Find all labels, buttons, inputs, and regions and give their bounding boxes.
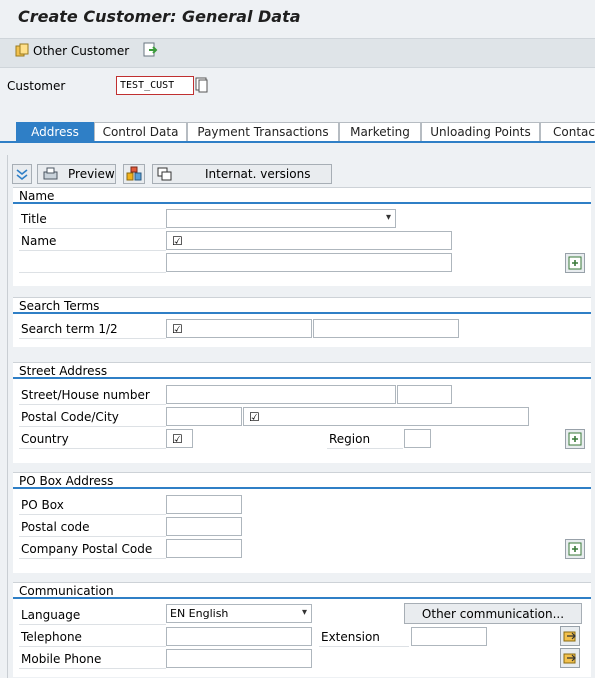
tab-contact[interactable]: Contact [540, 122, 595, 141]
page-title: Create Customer: General Data [18, 7, 301, 26]
mobile-more-button[interactable] [560, 648, 580, 668]
more-po-fields-button[interactable] [565, 539, 585, 559]
name-section-title: Name [13, 188, 591, 204]
postal-code-label: Postal code [19, 517, 166, 537]
customer-input[interactable]: TEST_CUST [116, 76, 194, 95]
title-select[interactable]: ▾ [166, 209, 396, 228]
street-address-section: Street Address Street/House number Posta… [13, 362, 591, 463]
required-check-icon: ☑ [249, 409, 260, 424]
chevron-down-icon: ▾ [301, 607, 307, 618]
required-check-icon: ☑ [172, 431, 183, 446]
mobile-phone-label: Mobile Phone [19, 649, 166, 669]
expand-button[interactable] [12, 164, 32, 184]
expand-fields-icon [568, 256, 582, 270]
street-address-title: Street Address [13, 363, 591, 379]
mobile-phone-input[interactable] [166, 649, 312, 668]
country-input[interactable]: ☑ [166, 429, 193, 448]
transport-button[interactable] [123, 164, 145, 184]
required-check-icon: ☑ [172, 233, 183, 248]
title-label: Title [19, 209, 166, 229]
export-icon[interactable] [142, 42, 158, 61]
tab-unloading-points[interactable]: Unloading Points [421, 122, 540, 141]
extension-input[interactable] [411, 627, 487, 646]
company-postal-code-label: Company Postal Code [19, 539, 166, 559]
other-customer-button[interactable]: Other Customer [14, 42, 129, 60]
customer-label: Customer [7, 79, 66, 93]
po-box-label: PO Box [19, 495, 166, 515]
tab-underline [0, 141, 595, 143]
search-term-label: Search term 1/2 [19, 319, 166, 339]
postal-code-input[interactable] [166, 407, 242, 426]
versions-icon [157, 167, 172, 181]
name-label: Name [19, 231, 166, 251]
other-customer-label: Other Customer [33, 44, 130, 58]
language-label: Language [19, 605, 166, 625]
city-input[interactable]: ☑ [243, 407, 529, 426]
other-communication-button[interactable]: Other communication... [404, 603, 582, 624]
telephone-label: Telephone [19, 627, 166, 647]
po-box-section: PO Box Address PO Box Postal code Compan… [13, 472, 591, 573]
region-input[interactable] [404, 429, 431, 448]
preview-button[interactable]: Preview [37, 164, 116, 184]
required-check-icon: ☑ [172, 321, 183, 336]
more-address-fields-button[interactable] [565, 429, 585, 449]
search-term-2-input[interactable] [313, 319, 459, 338]
telephone-input[interactable] [166, 627, 312, 646]
arrow-right-icon [563, 653, 576, 664]
company-postal-code-input[interactable] [166, 539, 242, 558]
name-section: Name Title ▾ Name ☑ [13, 187, 591, 286]
telephone-more-button[interactable] [560, 626, 580, 646]
name-input-1[interactable]: ☑ [166, 231, 452, 250]
tab-address[interactable]: Address [16, 122, 94, 141]
region-label: Region [327, 429, 403, 449]
communication-section: Communication Language EN English ▾ Othe… [13, 582, 591, 677]
communication-title: Communication [13, 583, 591, 599]
arrow-right-icon [563, 631, 576, 642]
language-select[interactable]: EN English ▾ [166, 604, 312, 623]
tab-payment-transactions[interactable]: Payment Transactions [187, 122, 339, 141]
search-terms-title: Search Terms [13, 298, 591, 314]
name-label-2 [19, 253, 166, 273]
print-preview-icon [43, 167, 58, 180]
house-number-input[interactable] [397, 385, 452, 404]
po-box-title: PO Box Address [13, 473, 591, 489]
preview-label: Preview [68, 167, 115, 181]
postal-city-label: Postal Code/City [19, 407, 166, 427]
language-value: EN English [170, 607, 229, 620]
extension-label: Extension [319, 627, 409, 647]
country-label: Country [19, 429, 166, 449]
more-fields-button[interactable] [565, 253, 585, 273]
other-customer-icon [15, 43, 29, 57]
org-structure-icon [126, 166, 142, 181]
tab-marketing[interactable]: Marketing [339, 122, 421, 141]
expand-all-icon [16, 169, 28, 181]
search-terms-section: Search Terms Search term 1/2 ☑ [13, 297, 591, 347]
po-box-input[interactable] [166, 495, 242, 514]
search-help-icon[interactable] [195, 77, 209, 96]
name-input-2[interactable] [166, 253, 452, 272]
tab-control-data[interactable]: Control Data [94, 122, 187, 141]
street-label: Street/House number [19, 385, 166, 405]
street-input[interactable] [166, 385, 396, 404]
internat-versions-label: Internat. versions [205, 167, 311, 181]
expand-fields-icon [568, 432, 582, 446]
expand-fields-icon [568, 542, 582, 556]
customer-value: TEST_CUST [120, 80, 175, 91]
internat-versions-button[interactable]: Internat. versions [152, 164, 332, 184]
chevron-down-icon: ▾ [385, 212, 391, 223]
search-term-1-input[interactable]: ☑ [166, 319, 312, 338]
po-postal-code-input[interactable] [166, 517, 242, 536]
